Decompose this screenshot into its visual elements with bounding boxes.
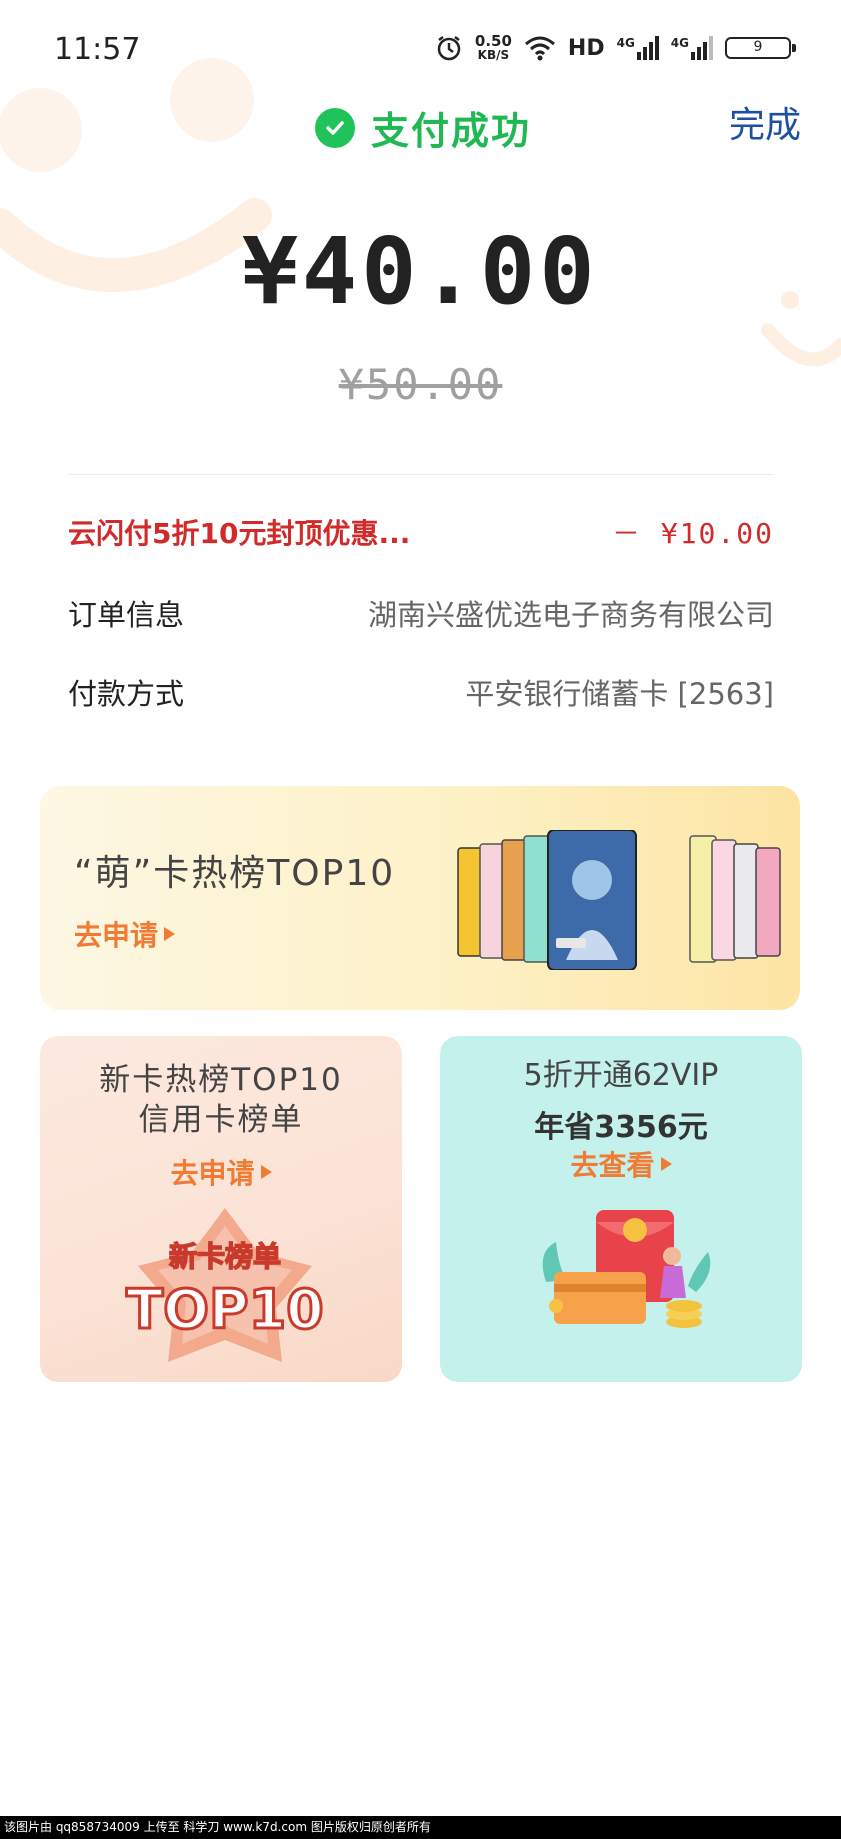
payment-method-value: 平安银行储蓄卡 [2563] [465, 677, 774, 711]
order-info-row: 订单信息 湖南兴盛优选电子商务有限公司 [68, 592, 774, 634]
status-icons: 0.50 KB/S HD 4G 4G 9 [435, 32, 796, 63]
order-info-label: 订单信息 [68, 598, 185, 632]
card-fan-image [457, 830, 781, 970]
discount-row[interactable]: 云闪付5折10元封顶优惠... － ¥10.00 [68, 512, 774, 552]
badge-main-text: TOP10 [126, 1278, 323, 1341]
payment-method-row: 付款方式 平安银行储蓄卡 [2563] [68, 671, 774, 713]
new-card-apply-button[interactable]: 去申请 [40, 1152, 402, 1192]
discount-label: 云闪付5折10元封顶优惠... [68, 517, 411, 550]
network-type-1: 4G [616, 36, 635, 50]
status-time: 11:57 [54, 32, 141, 67]
vip-view-label: 去查看 [570, 1149, 655, 1182]
banner-title: “萌”卡热榜TOP10 [74, 853, 396, 894]
payment-status-text: 支付成功 [371, 109, 532, 153]
new-card-apply-label: 去申请 [170, 1157, 255, 1190]
play-arrow-icon [164, 927, 176, 941]
order-info-value: 湖南兴盛优选电子商务有限公司 [367, 598, 774, 632]
signal-bars-icon [691, 36, 713, 60]
watermark-bar: 该图片由 qq858734009 上传至 科学刀 www.k7d.com 图片版… [0, 1816, 841, 1839]
network-type-2: 4G [670, 36, 689, 50]
network-speed-unit: KB/S [477, 48, 510, 62]
hd-label: HD [567, 35, 605, 61]
alarm-icon [437, 36, 461, 61]
red-packet-illustration [542, 1210, 711, 1328]
new-card-subtitle: 信用卡榜单 [138, 1102, 304, 1138]
signal-4g-1: 4G [617, 36, 659, 60]
paid-amount: ¥40.00 [242, 218, 599, 325]
signal-4g-2: 4G [671, 36, 713, 60]
play-arrow-icon [260, 1165, 272, 1179]
check-circle-icon [315, 107, 355, 148]
divider [68, 474, 774, 475]
signal-bars-icon [636, 36, 659, 60]
cute-card-banner[interactable]: “萌”卡热榜TOP10 去申请 [40, 786, 800, 1010]
done-button[interactable]: 完成 [729, 96, 801, 148]
vip-view-button[interactable]: 去查看 [440, 1144, 802, 1184]
network-speed: 0.50 KB/S [474, 32, 512, 63]
badge-top-text: 新卡榜单 [169, 1240, 281, 1273]
payment-method-label: 付款方式 [68, 677, 185, 711]
result-header: 支付成功 完成 [0, 90, 841, 153]
vip-subtitle: 年省3356元 [534, 1110, 708, 1145]
wifi-icon [524, 36, 555, 61]
new-card-top10-card[interactable]: 新卡热榜TOP10 信用卡榜单 去申请 新卡榜单 TOP10 [40, 1036, 402, 1382]
status-bar: 11:57 0.50 KB/S HD 4G 4G 9 [0, 0, 841, 100]
network-speed-value: 0.50 [474, 32, 512, 50]
vip-promo-card[interactable]: 5折开通62VIP 年省3356元 去查看 [440, 1036, 802, 1382]
payment-status: 支付成功 [315, 100, 531, 155]
banner-apply-label: 去申请 [74, 919, 159, 952]
battery-icon: 9 [725, 37, 796, 59]
vip-title: 5折开通62VIP [523, 1058, 719, 1093]
discount-value: － ¥10.00 [611, 517, 774, 550]
play-arrow-icon [660, 1157, 672, 1171]
top10-badge-image: 新卡榜单 TOP10 [125, 1208, 325, 1362]
new-card-title: 新卡热榜TOP10 [99, 1062, 343, 1098]
original-amount: ¥50.00 [338, 360, 503, 409]
banner-apply-button[interactable]: 去申请 [74, 914, 176, 954]
